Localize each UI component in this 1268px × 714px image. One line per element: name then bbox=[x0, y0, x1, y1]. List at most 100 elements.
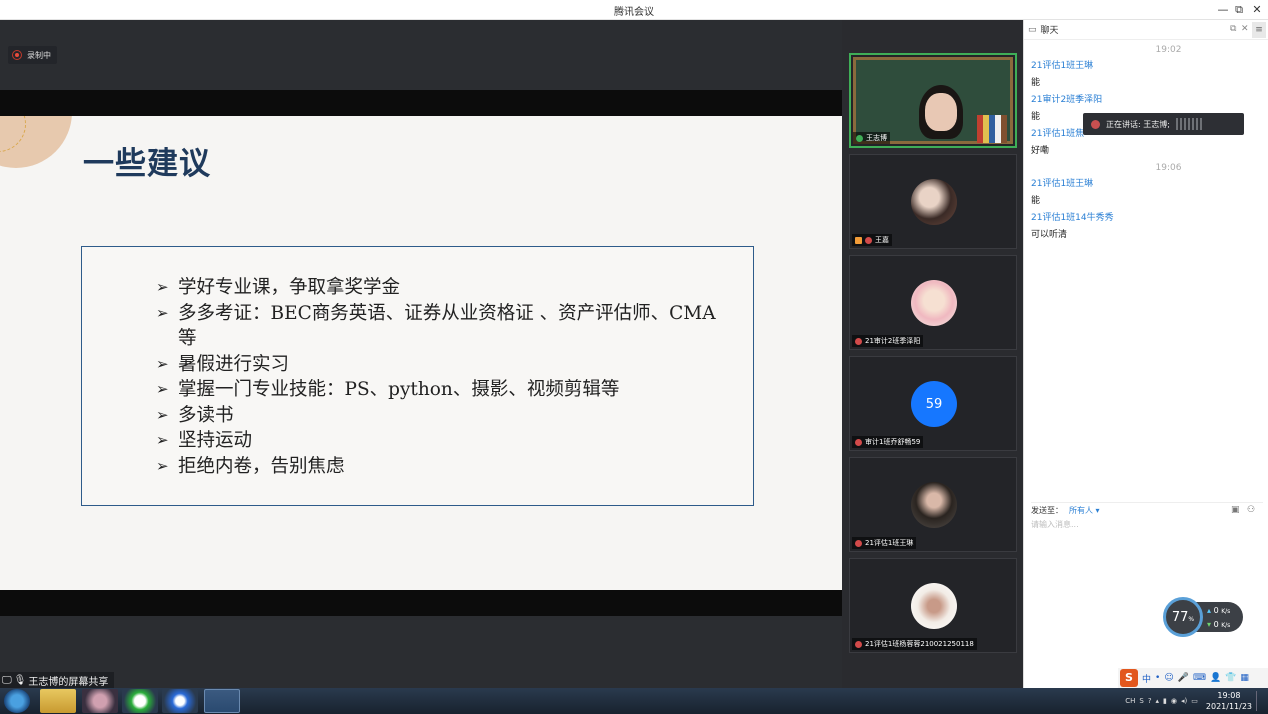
minimize-button[interactable]: — bbox=[1215, 2, 1231, 18]
arrow-bullet-icon: ➢ bbox=[156, 278, 169, 296]
mic-icon: 🎙 bbox=[13, 674, 27, 686]
chat-sender[interactable]: 21评估1班王琳 bbox=[1031, 176, 1261, 193]
security-icon[interactable]: ◉ bbox=[1171, 697, 1177, 705]
popout-icon[interactable]: ⧉ bbox=[1230, 24, 1236, 34]
chat-sender[interactable]: 21评估1班王琳 bbox=[1031, 58, 1261, 75]
video-tile[interactable]: 王嘉 bbox=[849, 154, 1017, 249]
screen-share-label[interactable]: 🖵 🎙 王志博的屏幕共享 bbox=[0, 672, 115, 688]
arrow-bullet-icon: ➢ bbox=[156, 354, 169, 373]
restore-button[interactable]: ⧉ bbox=[1231, 2, 1247, 18]
letterbox-top bbox=[0, 90, 842, 116]
system-tray: CH S ? ▴ ▮ ◉ ◂) ▭ 19:08 2021/11/23 bbox=[1125, 688, 1268, 714]
video-tile[interactable]: 王志博 bbox=[849, 53, 1017, 148]
slide-content-box: ➢ 学好专业课，争取拿奖学金 ➢ 多多考证：BEC商务英语、证券从业资格证 、资产评… bbox=[81, 246, 754, 506]
participant-avatar: 59 bbox=[911, 381, 957, 427]
participant-name-tag: 审计1班乔舒畅59 bbox=[852, 436, 924, 448]
keyboard-icon[interactable]: ⌨ bbox=[1193, 673, 1206, 683]
arrow-bullet-icon: ➢ bbox=[156, 405, 169, 424]
mic-muted-icon bbox=[855, 337, 862, 345]
presentation-slide: 一些建议 ➢ 学好专业课，争取拿奖学金 ➢ 多多考证：BEC商务英语、证券从业资格证… bbox=[0, 116, 842, 590]
emoji-icon[interactable]: ☺ bbox=[1164, 673, 1173, 683]
display-icon[interactable]: ▭ bbox=[1191, 697, 1198, 705]
speaking-text: 正在讲话: 王志博; bbox=[1106, 119, 1170, 129]
participant-avatar bbox=[911, 280, 957, 326]
volume-icon[interactable]: ◂) bbox=[1181, 697, 1187, 705]
slide-bullet-item: ➢ 拒绝内卷，告别焦虑 bbox=[156, 454, 716, 480]
video-tile[interactable]: 21审计2班季泽阳 bbox=[849, 255, 1017, 350]
participant-face bbox=[925, 93, 957, 131]
window-titlebar: 腾讯会议 — ⧉ ✕ bbox=[0, 0, 1268, 20]
video-tile[interactable]: 21评估1班杨蓉蓉210021250118 bbox=[849, 558, 1017, 653]
video-tile[interactable]: 21评估1班王琳 bbox=[849, 457, 1017, 552]
slide-bullet-item: ➢ 学好专业课，争取拿奖学金 bbox=[156, 275, 716, 301]
clock-time: 19:08 bbox=[1217, 691, 1241, 700]
send-to-label: 发送至： bbox=[1031, 506, 1063, 515]
menu-icon[interactable]: ≡ bbox=[1252, 22, 1266, 38]
screen-share-icon: 🖵 bbox=[2, 674, 12, 686]
show-desktop-button[interactable] bbox=[1256, 691, 1262, 711]
video-tile[interactable]: 59 审计1班乔舒畅59 bbox=[849, 356, 1017, 451]
cpu-usage-ring: 77% bbox=[1163, 597, 1203, 637]
slide-bullet-item: ➢ 坚持运动 bbox=[156, 428, 716, 454]
mic-icon bbox=[856, 134, 863, 142]
recording-indicator[interactable]: 录制中 bbox=[8, 46, 57, 64]
network-icon[interactable]: ▮ bbox=[1163, 697, 1167, 705]
participant-name-tag: 21审计2班季泽阳 bbox=[852, 335, 924, 347]
letterbox-bottom bbox=[0, 590, 842, 616]
file-explorer-icon[interactable] bbox=[40, 689, 76, 713]
participant-avatar bbox=[911, 482, 957, 528]
mic-muted-icon bbox=[865, 236, 872, 244]
skin-icon[interactable]: 👕 bbox=[1225, 673, 1236, 683]
slide-title: 一些建议 bbox=[83, 146, 211, 182]
language-indicator[interactable]: CH bbox=[1125, 697, 1135, 705]
chat-sender[interactable]: 21审计2班季泽阳 bbox=[1031, 92, 1261, 109]
tencent-meeting-icon[interactable] bbox=[204, 689, 240, 713]
arrow-bullet-icon: ➢ bbox=[156, 380, 169, 398]
word-icon[interactable] bbox=[162, 689, 198, 713]
user-settings-icon[interactable]: ⚇ bbox=[1247, 505, 1255, 515]
punctuation-icon[interactable]: • bbox=[1155, 673, 1160, 683]
ime-mode[interactable]: 中 bbox=[1142, 672, 1151, 685]
wechat-icon[interactable] bbox=[122, 689, 158, 713]
slide-bullet-item: ➢ 掌握一门专业技能：PS、python、摄影、视频剪辑等 bbox=[156, 377, 716, 403]
help-icon[interactable]: ? bbox=[1148, 697, 1152, 705]
slide-bullet-item: ➢ 暑假进行实习 bbox=[156, 352, 716, 378]
network-monitor-widget[interactable]: 77% ▴ 0 K/s ▾ 0 K/s bbox=[1163, 597, 1243, 637]
participant-name-tag: 21评估1班杨蓉蓉210021250118 bbox=[852, 638, 977, 650]
close-button[interactable]: ✕ bbox=[1249, 2, 1265, 18]
user-icon[interactable]: 👤 bbox=[1210, 673, 1221, 683]
participant-avatar bbox=[911, 179, 957, 225]
sogou-tray-icon[interactable]: S bbox=[1139, 697, 1143, 705]
arrow-bullet-icon: ➢ bbox=[156, 456, 169, 475]
chat-message-list: 19:02 21评估1班王琳 能 21审计2班季泽阳 能 21评估1班焦 好嘞 … bbox=[1031, 42, 1261, 244]
mic-muted-icon bbox=[855, 438, 862, 446]
toolbox-icon[interactable]: ▦ bbox=[1240, 673, 1249, 683]
chat-close-icon[interactable]: ✕ bbox=[1241, 24, 1249, 34]
participant-name-tag: 王嘉 bbox=[852, 234, 892, 246]
ime-toolbar[interactable]: S 中 • ☺ 🎤 ⌨ 👤 👕 ▦ bbox=[1118, 668, 1268, 688]
clock-date: 2021/11/23 bbox=[1205, 702, 1252, 711]
speaking-toast: 正在讲话: 王志博; bbox=[1083, 113, 1244, 135]
image-icon[interactable]: ▣ bbox=[1231, 505, 1240, 515]
record-icon bbox=[12, 50, 22, 60]
recording-label: 录制中 bbox=[27, 50, 51, 60]
app-icon[interactable] bbox=[82, 689, 118, 713]
voice-icon[interactable]: 🎤 bbox=[1178, 673, 1189, 683]
slide-bullet-item: ➢ 多读书 bbox=[156, 403, 716, 429]
participant-name-tag: 王志博 bbox=[853, 132, 890, 144]
chat-message-text: 能 bbox=[1031, 78, 1041, 88]
taskbar-clock[interactable]: 19:08 2021/11/23 bbox=[1206, 690, 1252, 712]
share-owner-label: 王志博的屏幕共享 bbox=[28, 676, 109, 688]
start-button[interactable] bbox=[4, 689, 30, 713]
windows-taskbar: CH S ? ▴ ▮ ◉ ◂) ▭ 19:08 2021/11/23 bbox=[0, 688, 1268, 714]
tray-more-icon[interactable]: ▴ bbox=[1156, 697, 1160, 705]
chat-sender[interactable]: 21评估1班14牛秀秀 bbox=[1031, 210, 1261, 227]
chat-message-text: 好嘞 bbox=[1031, 146, 1050, 156]
send-to-dropdown[interactable]: 所有人 ▾ bbox=[1069, 505, 1100, 516]
participant-avatar bbox=[911, 583, 957, 629]
slide-bullet-item: ➢ 多多考证：BEC商务英语、证券从业资格证 、资产评估师、CMA等 bbox=[156, 302, 716, 350]
mic-muted-icon bbox=[855, 539, 862, 547]
chat-input[interactable]: 请输入消息... bbox=[1031, 519, 1263, 533]
video-gallery: 王志博 王嘉 21审计2班季泽阳 59 审计1班乔舒畅59 21评估1班王琳 2… bbox=[842, 20, 1023, 688]
sogou-logo-icon: S bbox=[1120, 669, 1138, 687]
